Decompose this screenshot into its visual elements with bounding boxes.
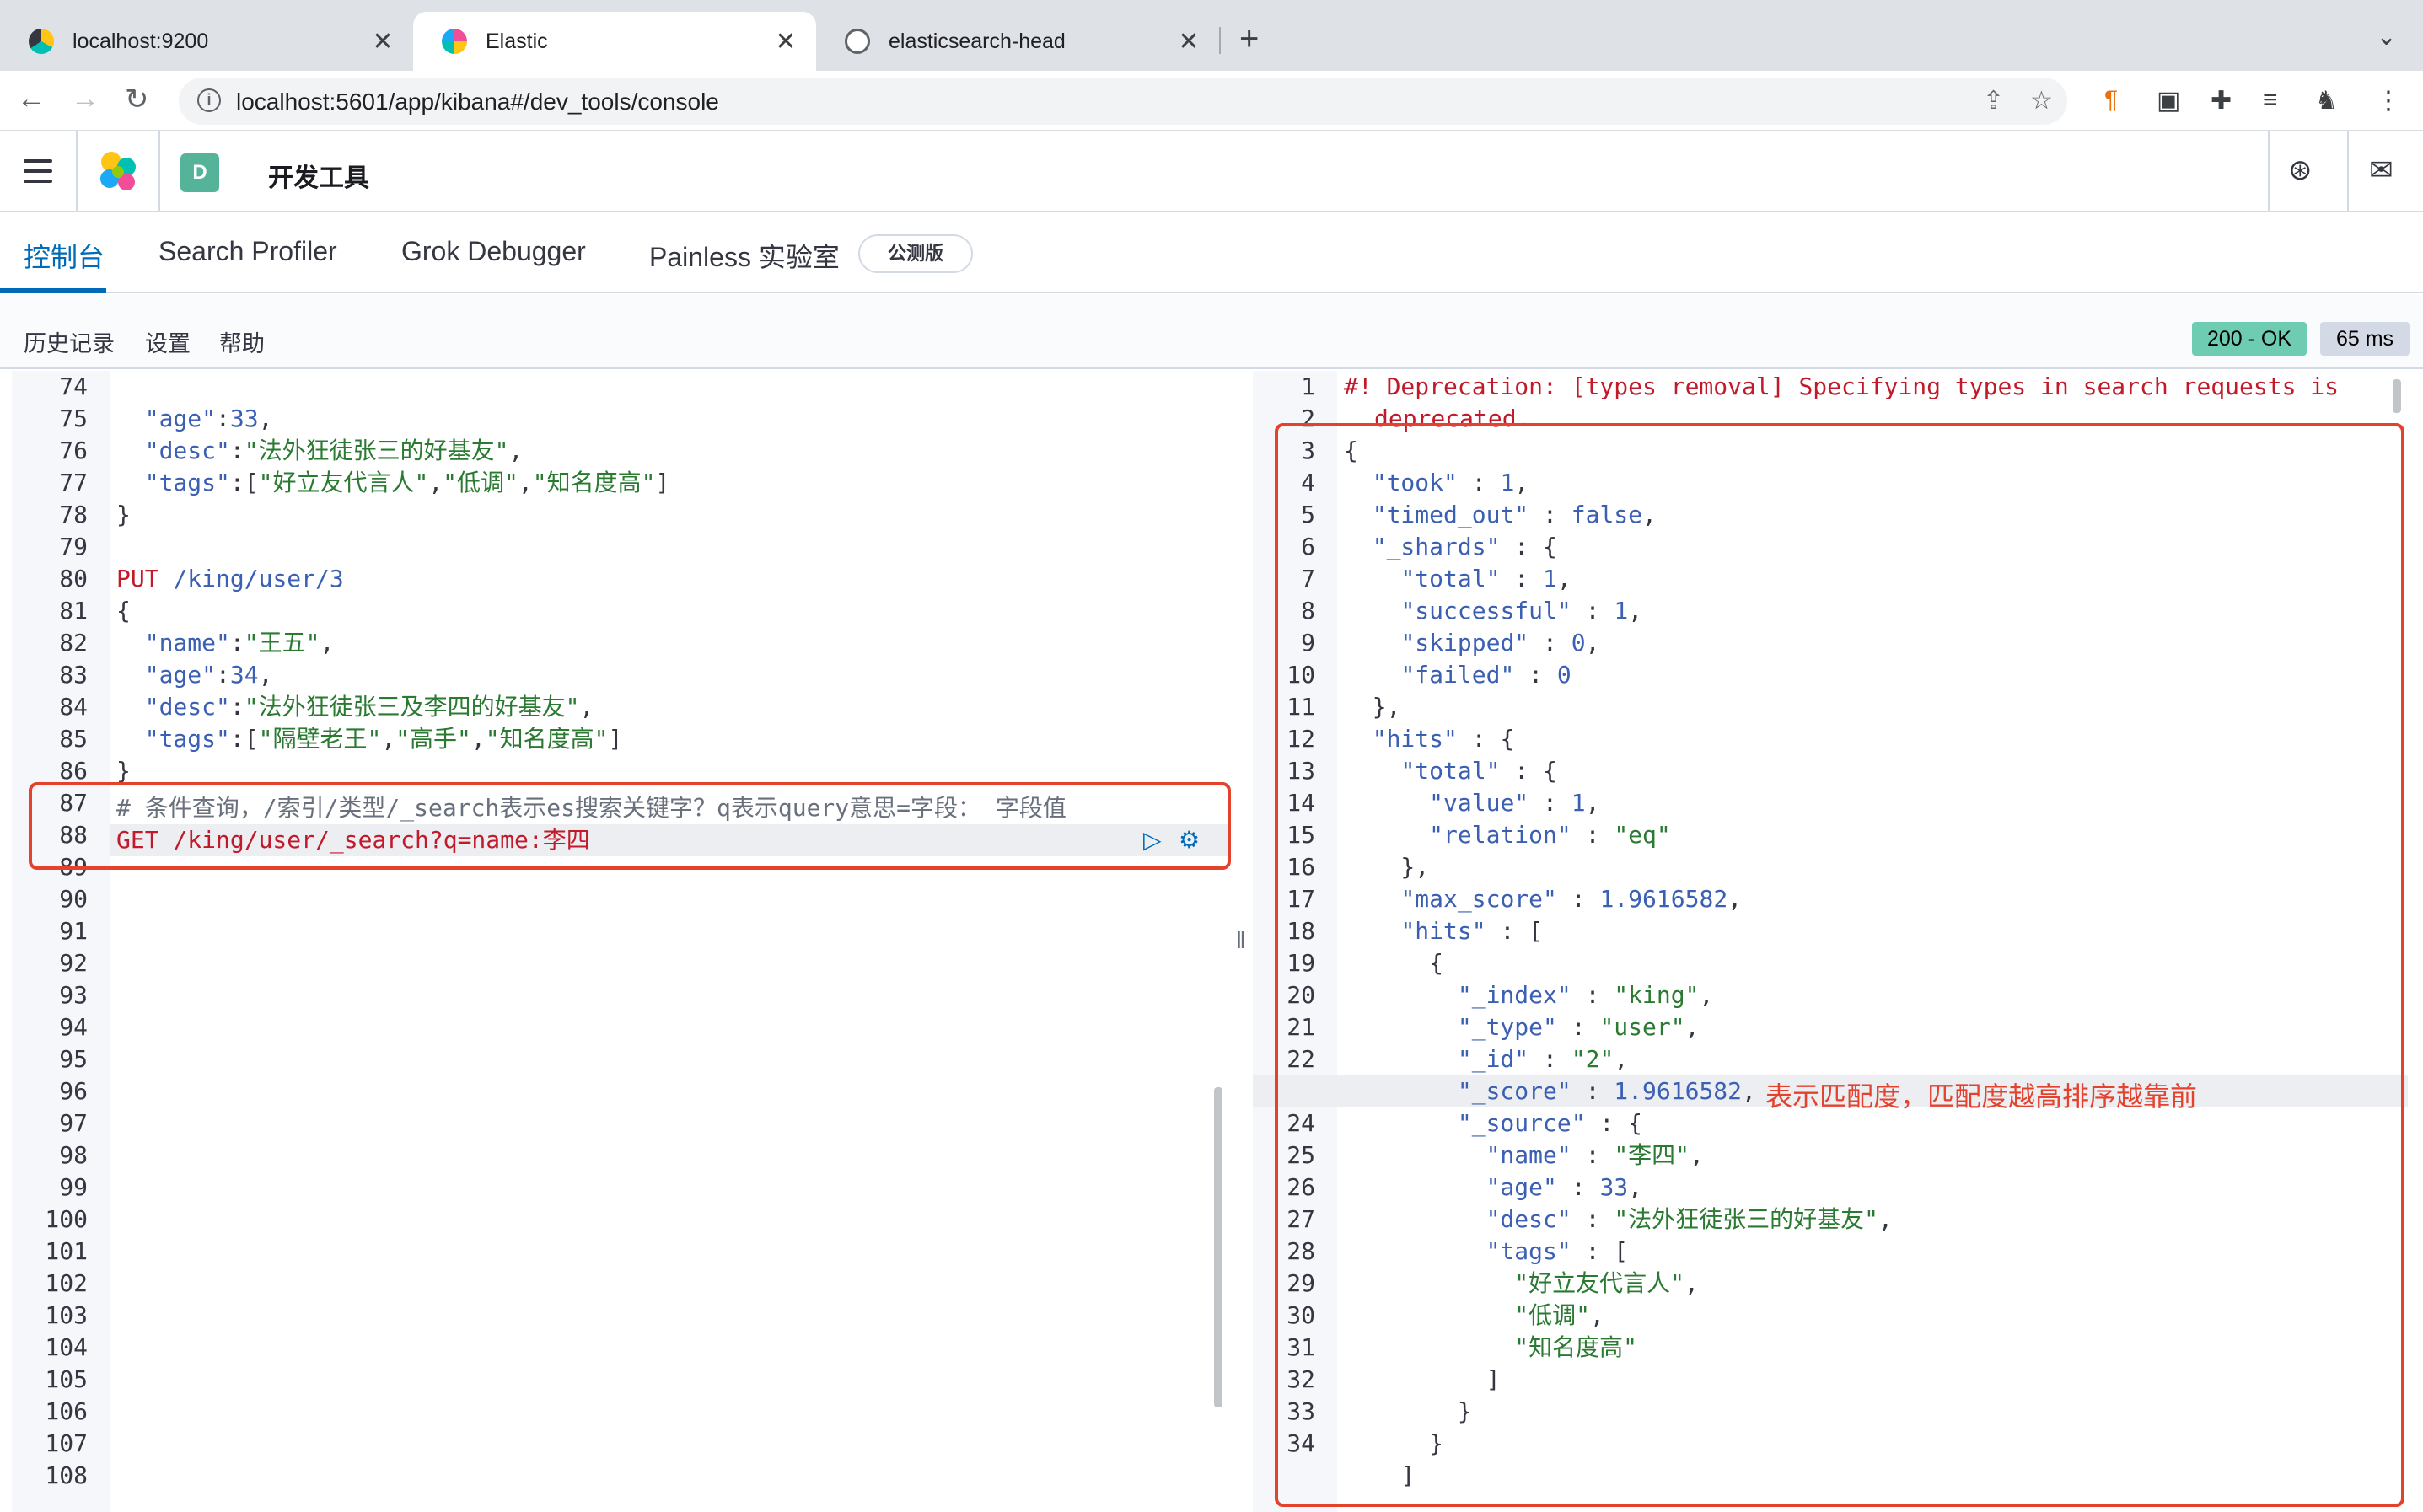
header-divider: [158, 131, 160, 212]
response-editor: 1234567891011121314151617181920212223242…: [1253, 371, 2423, 1512]
site-info-icon[interactable]: i: [197, 88, 221, 112]
line-number: 93: [59, 981, 88, 1009]
dev-tools-tabs: 控制台 Search Profiler Grok Debugger Painle…: [0, 212, 2423, 293]
tab-title: localhost:9200: [73, 29, 209, 53]
browser-menu-icon[interactable]: ⋮: [2376, 86, 2401, 115]
tab-title: Elastic: [486, 29, 548, 53]
newsfeed-mail-icon[interactable]: ✉: [2369, 153, 2393, 187]
kibana-favicon-icon: [442, 29, 467, 54]
latency-badge: 65 ms: [2320, 322, 2410, 356]
line-number: 85: [59, 725, 88, 753]
line-number: 94: [59, 1013, 88, 1041]
line-number: 74: [59, 373, 88, 400]
tab-search-profiler[interactable]: Search Profiler: [158, 236, 337, 267]
browser-tab-elasticsearch-head[interactable]: elasticsearch-head ✕: [816, 12, 1219, 71]
line-number: 80: [59, 565, 88, 592]
browser-tab-elastic[interactable]: Elastic ✕: [413, 12, 816, 71]
line-number: 103: [45, 1301, 88, 1329]
elastic-favicon-icon: [29, 29, 54, 54]
settings-link[interactable]: 设置: [145, 325, 191, 358]
resize-handle-icon[interactable]: ‖: [1236, 927, 1246, 954]
profile-avatar-icon[interactable]: ♞: [2315, 86, 2338, 115]
line-number: 76: [59, 437, 88, 464]
line-number: 90: [59, 885, 88, 913]
request-editor[interactable]: 74 75 76 77 78 79 80 81 82 83 84 85 86 87 88 89 90 91 92 93…: [12, 371, 1231, 1512]
help-lifebuoy-icon[interactable]: ⊛: [2288, 153, 2313, 187]
line-number: 97: [59, 1109, 88, 1137]
address-bar[interactable]: i localhost:5601/app/kibana#/dev_tools/c…: [179, 78, 2067, 125]
elastic-logo-icon[interactable]: [94, 148, 142, 196]
extension-icon[interactable]: ▣: [2157, 86, 2180, 115]
line-number: 82: [59, 629, 88, 657]
line-number: 96: [59, 1077, 88, 1105]
request-code[interactable]: "age":33, "desc":"法外狂徒张三的好基友", "tags":["…: [116, 371, 669, 787]
new-tab-icon[interactable]: +: [1239, 20, 1259, 58]
tab-painless-lab[interactable]: Painless 实验室: [649, 236, 840, 275]
line-number: 78: [59, 501, 88, 528]
browser-tab-strip: localhost:9200 ✕ Elastic ✕ elasticsearch…: [0, 0, 2423, 71]
line-number: 95: [59, 1045, 88, 1073]
header-divider: [2347, 131, 2349, 212]
line-number: 100: [45, 1205, 88, 1233]
request-scrollbar[interactable]: [1214, 1087, 1222, 1407]
close-tab-icon[interactable]: ✕: [771, 27, 801, 56]
tab-title: elasticsearch-head: [889, 29, 1066, 53]
line-number: 99: [59, 1173, 88, 1201]
line-number: 104: [45, 1333, 88, 1361]
line-number: 102: [45, 1269, 88, 1297]
console-menu: 历史记录 设置 帮助 200 - OK 65 ms: [0, 295, 2423, 369]
chevron-down-icon[interactable]: ⌄: [2376, 22, 2397, 51]
status-badge: 200 - OK: [2192, 322, 2307, 356]
active-tab-indicator: [0, 288, 106, 293]
line-number: 101: [45, 1237, 88, 1265]
line-number: 84: [59, 693, 88, 721]
close-tab-icon[interactable]: ✕: [1174, 27, 1204, 56]
line-number: 107: [45, 1429, 88, 1457]
url-text[interactable]: localhost:5601/app/kibana#/dev_tools/con…: [236, 88, 719, 115]
beta-badge: 公测版: [858, 234, 973, 273]
reading-list-icon[interactable]: ≡: [2263, 86, 2278, 115]
line-number: 75: [59, 405, 88, 432]
pilcrow-extension-icon[interactable]: ¶: [2104, 86, 2118, 115]
header-divider: [76, 131, 78, 212]
tab-console[interactable]: 控制台: [24, 236, 105, 275]
line-number: 81: [59, 597, 88, 625]
line-number: 92: [59, 949, 88, 977]
reload-icon[interactable]: ↻: [125, 83, 149, 116]
line-number: 77: [59, 469, 88, 496]
bookmark-star-icon[interactable]: ☆: [2030, 86, 2053, 115]
query-highlight-box: [29, 782, 1231, 870]
line-number: 91: [59, 917, 88, 945]
globe-icon: [845, 29, 870, 54]
tab-separator: [1219, 27, 1221, 54]
breadcrumb-dev-tools: 开发工具: [268, 164, 369, 192]
line-number: 83: [59, 661, 88, 689]
response-scrollbar[interactable]: [2393, 379, 2401, 413]
hamburger-menu-icon[interactable]: [24, 159, 52, 183]
header-divider: [2268, 131, 2270, 212]
line-number: 1: [1301, 373, 1315, 400]
puzzle-extensions-icon[interactable]: ✚: [2211, 86, 2232, 115]
line-number: 106: [45, 1397, 88, 1425]
deprecation-warning: #! Deprecation: [types removal] Specifyi…: [1344, 373, 2340, 400]
response-highlight-box: [1275, 423, 2404, 1507]
close-tab-icon[interactable]: ✕: [368, 27, 398, 56]
kibana-header: D 开发工具 ⊛ ✉: [0, 131, 2423, 212]
help-link[interactable]: 帮助: [219, 325, 265, 358]
line-number: 105: [45, 1365, 88, 1393]
back-arrow-icon[interactable]: ←: [17, 83, 46, 115]
share-icon[interactable]: ⇪: [1983, 86, 2004, 115]
forward-arrow-icon[interactable]: →: [71, 83, 99, 115]
line-number: 79: [59, 533, 88, 560]
tab-grok-debugger[interactable]: Grok Debugger: [401, 236, 586, 267]
browser-tab-localhost-9200[interactable]: localhost:9200 ✕: [0, 12, 413, 71]
line-number: 108: [45, 1461, 88, 1489]
space-avatar[interactable]: D: [180, 153, 219, 192]
history-link[interactable]: 历史记录: [24, 325, 115, 358]
line-number: 98: [59, 1141, 88, 1169]
browser-toolbar: ← → ↻ i localhost:5601/app/kibana#/dev_t…: [0, 71, 2423, 131]
